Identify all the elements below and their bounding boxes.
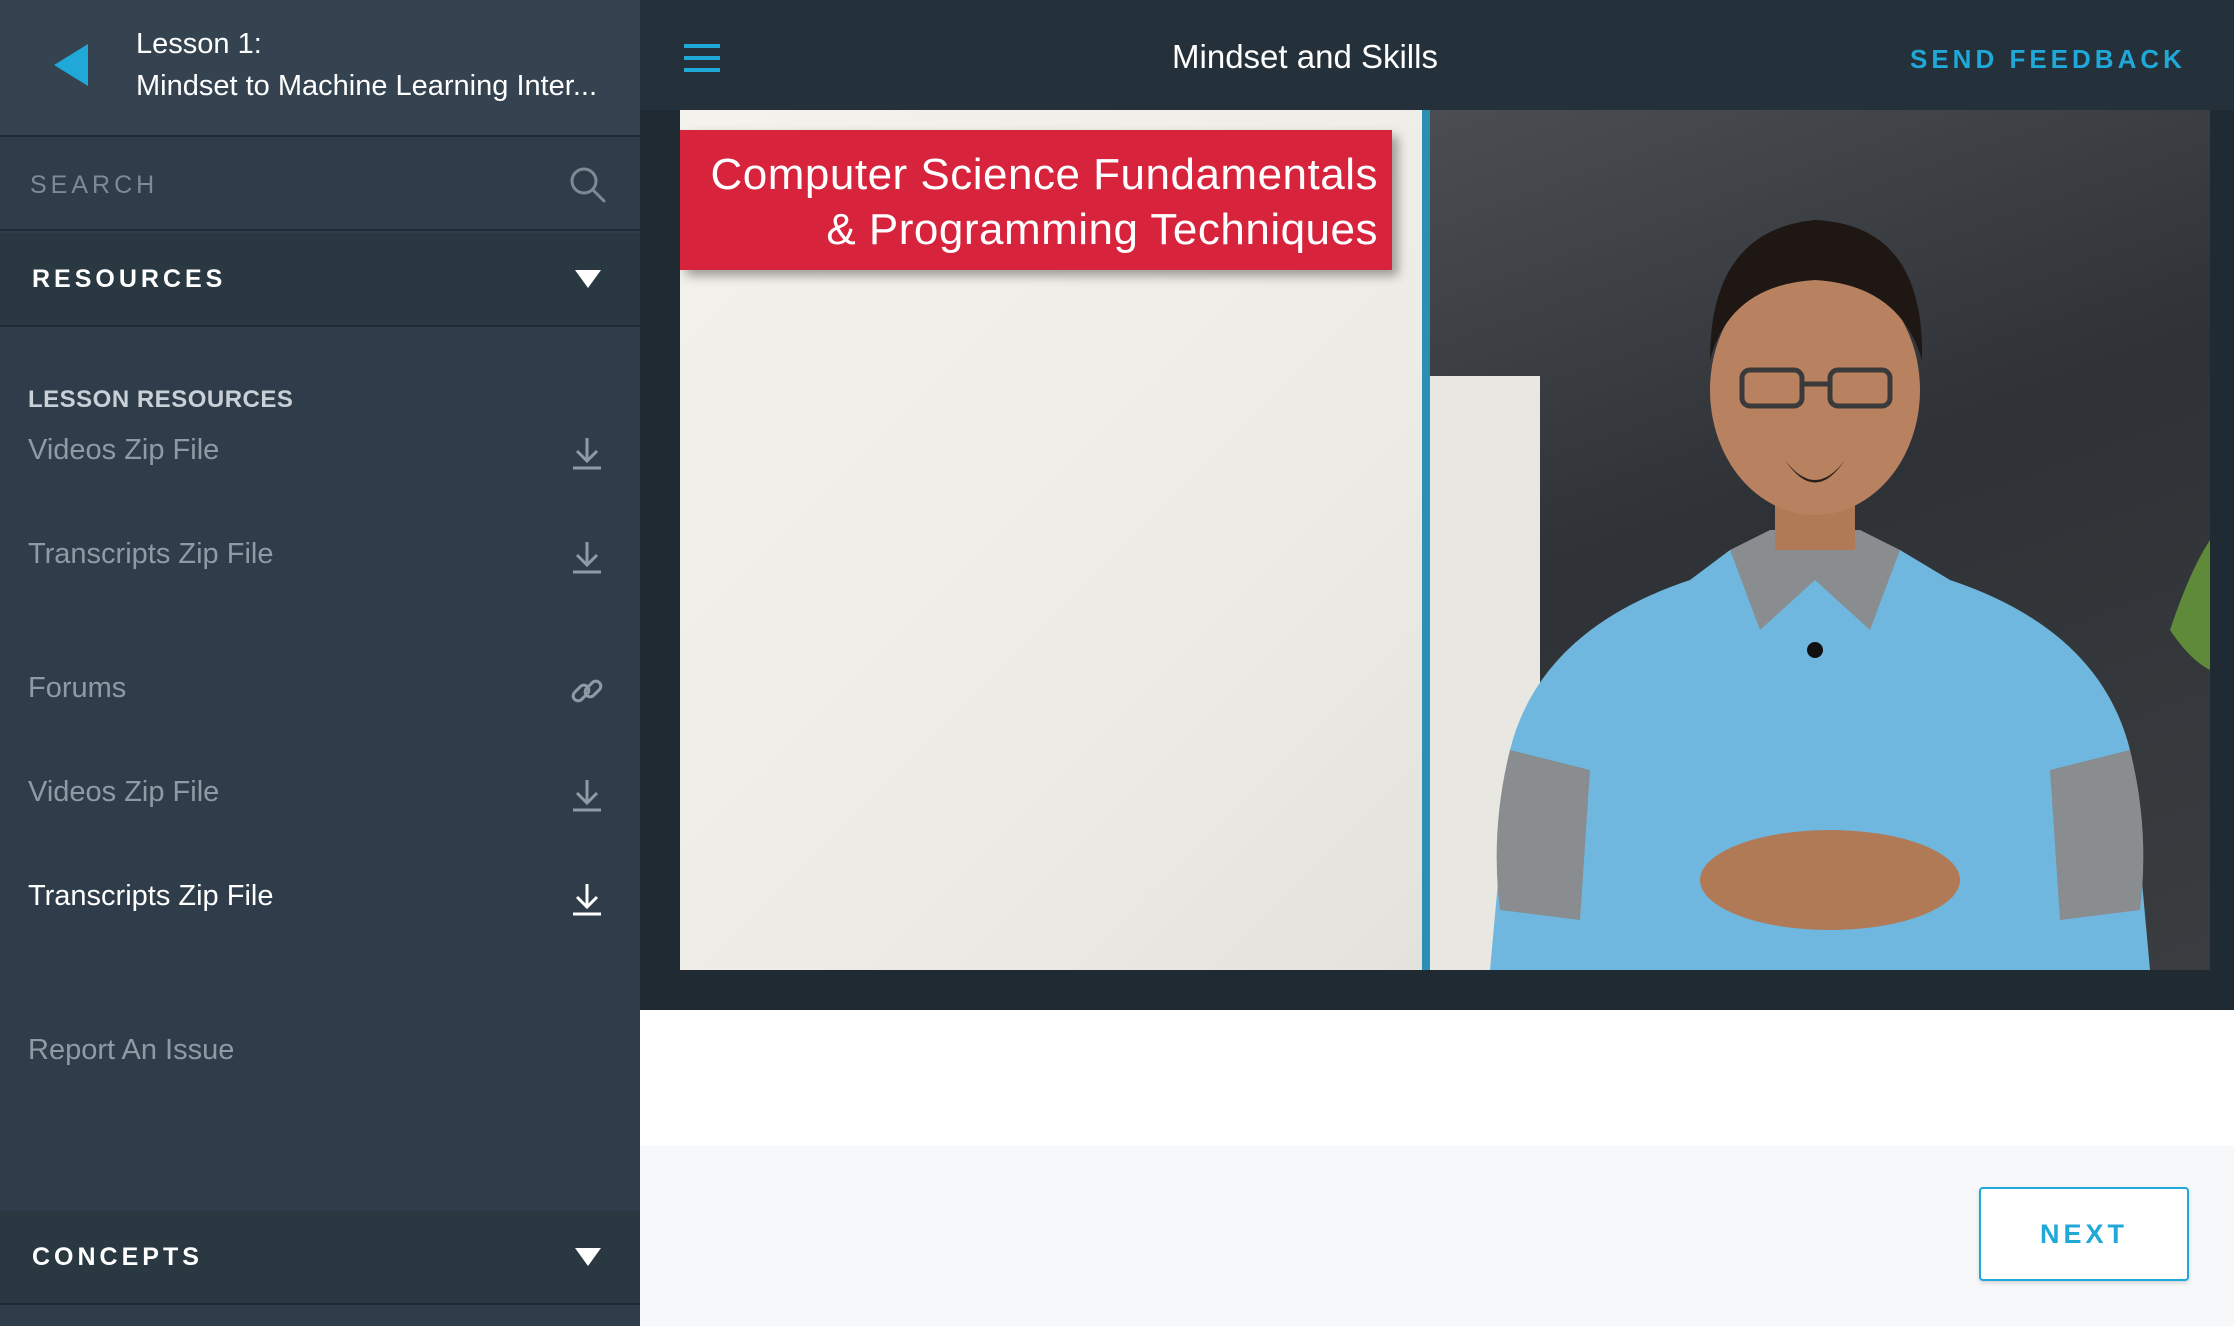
search-input[interactable] [30, 163, 550, 207]
whiteboard-edge [1422, 110, 1430, 970]
sidebar: Lesson 1: Mindset to Machine Learning In… [0, 0, 640, 1326]
link-icon[interactable] [568, 672, 606, 710]
concepts-label: CONCEPTS [32, 1243, 203, 1271]
download-icon[interactable] [568, 880, 606, 918]
footer-bar: NEXT [640, 1146, 2234, 1326]
download-icon[interactable] [568, 538, 606, 576]
resource-label: Transcripts Zip File [28, 538, 274, 570]
banner-line-1: Computer Science Fundamentals [710, 150, 1378, 199]
next-button[interactable]: NEXT [1979, 1187, 2189, 1281]
lesson-number: Lesson 1: [136, 28, 262, 60]
resource-forums[interactable]: Forums [0, 660, 640, 720]
presenter-figure [1490, 220, 2210, 970]
search-bar [0, 139, 640, 231]
page-title: Mindset and Skills [1172, 38, 1438, 75]
resource-label: Videos Zip File [28, 776, 220, 808]
resource-label: Transcripts Zip File [28, 880, 274, 912]
studio-background [1430, 110, 2210, 970]
resource-transcripts-zip-2[interactable]: Transcripts Zip File [0, 868, 640, 928]
chevron-down-icon [575, 270, 601, 288]
lesson-resources-heading: LESSON RESOURCES [28, 386, 294, 413]
resources-label: RESOURCES [32, 265, 227, 293]
sidebar-header: Lesson 1: Mindset to Machine Learning In… [0, 0, 640, 137]
lesson-title: Mindset to Machine Learning Inter... [136, 70, 598, 102]
back-button[interactable] [48, 40, 92, 90]
send-feedback-link[interactable]: SEND FEEDBACK [1910, 44, 2186, 75]
download-icon[interactable] [568, 776, 606, 814]
content-area [640, 1010, 2234, 1146]
video-banner: Computer Science Fundamentals & Programm… [680, 130, 1392, 270]
download-icon[interactable] [568, 434, 606, 472]
resource-videos-zip[interactable]: Videos Zip File [0, 422, 640, 482]
resource-label: Forums [28, 672, 127, 704]
banner-line-2: & Programming Techniques [826, 205, 1378, 254]
concepts-toggle[interactable]: CONCEPTS [0, 1211, 640, 1305]
video-player[interactable]: Computer Science Fundamentals & Programm… [680, 110, 2210, 970]
back-arrow-icon [54, 44, 88, 86]
resource-transcripts-zip[interactable]: Transcripts Zip File [0, 526, 640, 586]
resources-toggle[interactable]: RESOURCES [0, 233, 640, 327]
report-issue-link[interactable]: Report An Issue [0, 1022, 640, 1082]
top-bar: Mindset and Skills SEND FEEDBACK [640, 0, 2234, 110]
video-container: Computer Science Fundamentals & Programm… [640, 110, 2234, 1010]
resource-videos-zip-2[interactable]: Videos Zip File [0, 764, 640, 824]
chevron-down-icon [575, 1248, 601, 1266]
resource-label: Videos Zip File [28, 434, 220, 466]
resource-label: Report An Issue [28, 1034, 235, 1066]
search-icon[interactable] [568, 165, 608, 205]
